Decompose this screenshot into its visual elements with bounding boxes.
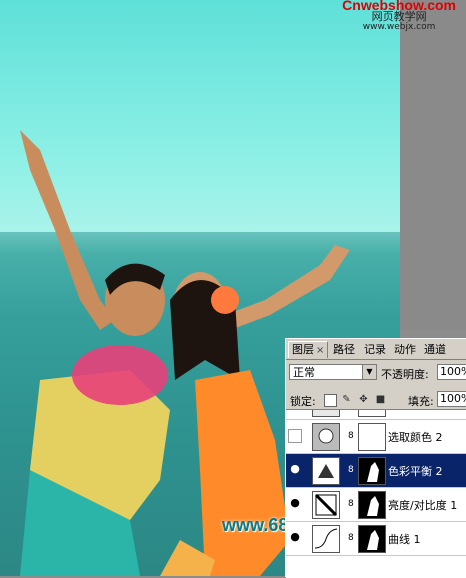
layer-thumbnail bbox=[312, 423, 340, 451]
canvas-gray-area bbox=[400, 0, 466, 330]
layer-mask-thumbnail bbox=[358, 423, 386, 451]
layer-name: 亮度/对比度 1 bbox=[388, 499, 458, 512]
watermark-url: www.webjx.com bbox=[362, 22, 436, 32]
panel-tabs: 图层 × 路径 记录 动作 通道 bbox=[286, 339, 466, 360]
layer-thumbnail bbox=[312, 457, 340, 485]
tab-label: 图层 bbox=[292, 343, 314, 356]
layer-mask-thumbnail bbox=[358, 525, 386, 553]
layer-name: 曲线 1 bbox=[388, 533, 421, 546]
chain-icon[interactable]: 8 bbox=[348, 532, 354, 544]
layer-row[interactable]: ● 8 亮度/对比度 1 bbox=[286, 488, 466, 522]
lock-icon[interactable]: ■ bbox=[375, 394, 386, 405]
layer-mask-thumbnail bbox=[358, 491, 386, 519]
visibility-toggle[interactable] bbox=[288, 429, 302, 443]
close-icon[interactable]: × bbox=[316, 345, 324, 356]
checker-icon[interactable] bbox=[324, 394, 337, 407]
eye-icon[interactable]: ● bbox=[288, 462, 302, 476]
chain-icon[interactable]: 8 bbox=[348, 430, 354, 442]
fill-input[interactable]: 100% bbox=[437, 391, 466, 407]
layer-thumbnail bbox=[312, 525, 340, 553]
opacity-label: 不透明度: bbox=[381, 368, 429, 381]
move-icon[interactable]: ✥ bbox=[358, 394, 369, 405]
tab-paths[interactable]: 路径 bbox=[330, 342, 358, 358]
layer-row[interactable]: 8 选取颜色 2 bbox=[286, 420, 466, 454]
layer-name: 色彩平衡 2 bbox=[388, 465, 443, 478]
fill-label: 填充: bbox=[408, 395, 434, 408]
lock-label: 锁定: bbox=[290, 395, 316, 408]
chevron-down-icon[interactable]: ▼ bbox=[362, 365, 376, 379]
blend-mode-select[interactable]: 正常 ▼ bbox=[289, 364, 377, 380]
opacity-input[interactable]: 100% bbox=[437, 364, 466, 380]
layer-row-selected[interactable]: ● 8 色彩平衡 2 bbox=[286, 454, 466, 488]
eye-icon[interactable]: ● bbox=[288, 530, 302, 544]
blend-mode-value: 正常 bbox=[293, 366, 315, 379]
tab-layers[interactable]: 图层 × bbox=[288, 341, 329, 358]
tab-channels[interactable]: 通道 bbox=[421, 342, 449, 358]
layer-name: 选取颜色 2 bbox=[388, 431, 443, 444]
chain-icon[interactable]: 8 bbox=[348, 464, 354, 476]
layer-thumbnail bbox=[312, 491, 340, 519]
layers-list: 8 选取颜色 2 ● 8 色彩平衡 2 ● 8 亮度/对比度 1 ● 8 曲线 … bbox=[286, 409, 466, 578]
watermark-top: Cnwebshow.com 网页教学网 www.webjx.com bbox=[342, 0, 456, 33]
layers-panel: 图层× 路径 记录 动作 通道 正常 ▼ 不透明度: 100% 锁定: ✎ ✥ … bbox=[285, 338, 466, 578]
layer-mask-thumbnail bbox=[358, 410, 386, 417]
layer-row[interactable]: ● 8 曲线 1 bbox=[286, 522, 466, 556]
layer-row-partial[interactable] bbox=[286, 410, 466, 420]
chain-icon[interactable]: 8 bbox=[348, 498, 354, 510]
brush-icon[interactable]: ✎ bbox=[341, 394, 352, 405]
layer-thumbnail bbox=[312, 410, 340, 417]
tab-actions[interactable]: 动作 bbox=[391, 342, 419, 358]
tab-history[interactable]: 记录 bbox=[361, 342, 389, 358]
layer-mask-thumbnail bbox=[358, 457, 386, 485]
eye-icon[interactable]: ● bbox=[288, 496, 302, 510]
